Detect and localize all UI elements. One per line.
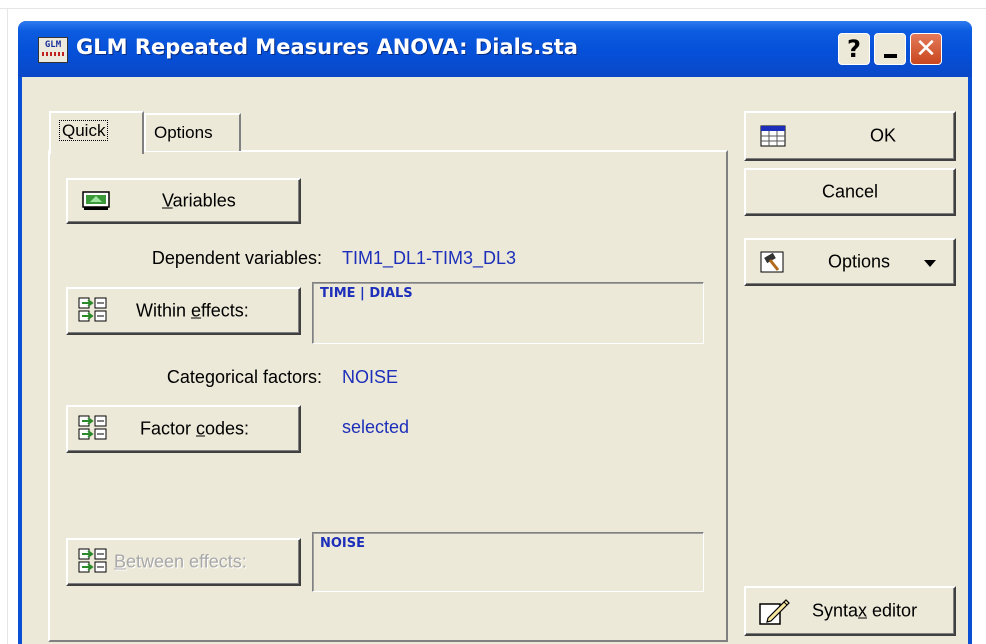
quick-tab-panel: Variables Dependent variables: TIM1_DL1-… (48, 150, 728, 642)
cancel-label: Cancel (822, 181, 879, 202)
close-button[interactable]: ✕ (910, 33, 942, 65)
dropdown-arrow-icon (924, 260, 936, 267)
variables-button[interactable]: Variables (66, 178, 301, 224)
tab-quick[interactable]: Quick (49, 111, 144, 154)
factor-codes-label-post: odes: (205, 418, 250, 439)
categorical-factors-value: NOISE (342, 367, 399, 387)
options-button[interactable]: Options (744, 238, 956, 286)
dialog-client: Quick Options Variables Dependent variab… (22, 77, 968, 644)
factor-codes-value: selected (342, 417, 410, 437)
ok-label: OK (870, 125, 897, 146)
within-effects-list[interactable]: TIME | DIALS (312, 282, 704, 344)
syntax-label-pre: Synta (812, 600, 859, 621)
within-effects-button[interactable]: Within effects: (66, 287, 301, 335)
between-label-post: etween effects: (126, 551, 247, 572)
within-label-pre: Within (136, 300, 192, 321)
syntax-label-post: editor (867, 600, 918, 621)
ok-table-icon (760, 125, 786, 147)
tab-options-label: Options (154, 123, 213, 142)
app-icon-text: GLM (44, 40, 62, 50)
help-button[interactable]: ? (838, 33, 870, 65)
tab-options[interactable]: Options (144, 113, 241, 151)
within-mnemonic: e (191, 300, 202, 321)
ok-button[interactable]: OK (744, 111, 956, 161)
help-icon: ? (847, 35, 861, 63)
glm-app-icon[interactable]: GLM (38, 37, 68, 63)
dialog-window: GLM GLM Repeated Measures ANOVA: Dials.s… (18, 21, 972, 644)
close-icon: ✕ (915, 34, 937, 64)
variables-mnemonic: V (162, 190, 173, 211)
factor-codes-label-pre: Factor (140, 418, 197, 439)
between-mnemonic: B (114, 551, 127, 572)
cancel-button[interactable]: Cancel (744, 168, 956, 216)
window-title: GLM Repeated Measures ANOVA: Dials.sta (76, 35, 578, 59)
between-effects-value: NOISE (320, 536, 366, 551)
syntax-mnemonic: x (858, 600, 868, 621)
variables-label: ariables (172, 190, 236, 211)
outer-frame-left (7, 8, 8, 644)
factor-codes-mnemonic: c (196, 418, 206, 439)
effects-icon (78, 548, 107, 573)
variables-icon (82, 191, 110, 210)
effects-icon (78, 297, 107, 322)
title-bar[interactable]: GLM GLM Repeated Measures ANOVA: Dials.s… (18, 21, 972, 77)
within-effects-value: TIME | DIALS (320, 286, 413, 301)
between-effects-button[interactable]: Between effects: (66, 538, 301, 586)
factor-codes-button[interactable]: Factor codes: (66, 405, 301, 453)
between-effects-list[interactable]: NOISE (312, 532, 704, 592)
tab-quick-label: Quick (59, 120, 109, 141)
dependent-variables-label: Dependent variables: (151, 248, 322, 268)
dependent-variables-value: TIM1_DL1-TIM3_DL3 (342, 248, 517, 268)
outer-frame-top (0, 8, 986, 9)
effects-icon (78, 415, 107, 440)
syntax-editor-icon (759, 599, 790, 625)
options-hammer-icon (760, 251, 784, 273)
options-label: Options (828, 251, 891, 272)
categorical-factors-label: Categorical factors: (166, 367, 322, 387)
within-label-post: ffects: (201, 300, 249, 321)
minimize-icon (883, 54, 897, 58)
minimize-button[interactable] (874, 33, 906, 65)
syntax-editor-button[interactable]: Syntax editor (744, 586, 956, 636)
